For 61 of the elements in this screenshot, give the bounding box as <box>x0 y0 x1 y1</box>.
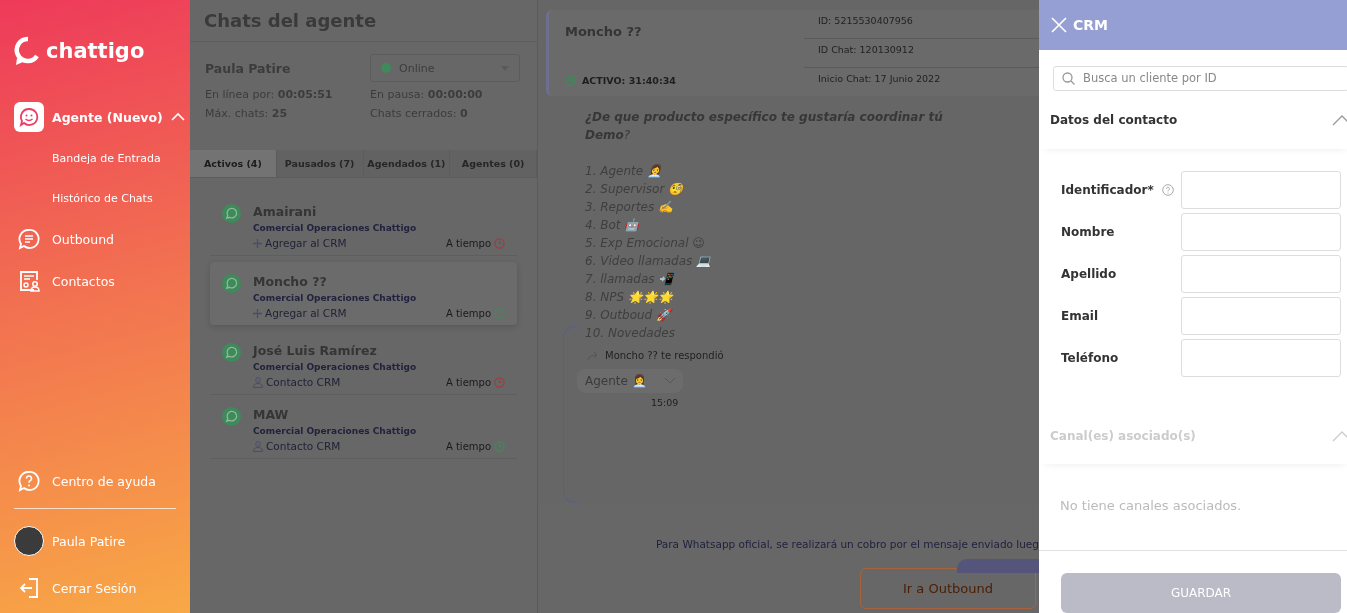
channel-name: Comercial Operaciones Chattigo <box>253 293 418 303</box>
logo-text: chattigo <box>46 39 145 63</box>
timing-text: A tiempo <box>445 237 491 249</box>
input-field[interactable] <box>1181 170 1341 209</box>
submenu-item[interactable]: Histórico de Chats <box>52 191 153 205</box>
timing-text: A tiempo <box>445 440 491 452</box>
close-icon[interactable] <box>1051 16 1067 33</box>
section-title[interactable]: Datos del contacto <box>1050 113 1178 128</box>
field-label: Apellido <box>1061 266 1117 281</box>
tab[interactable]: Agentes (0) <box>450 150 537 177</box>
crm-link[interactable]: Contacto CRM <box>266 376 341 388</box>
whatsapp-icon <box>222 343 241 362</box>
person-icon <box>253 440 263 452</box>
input-field[interactable] <box>1181 296 1341 335</box>
crm-link[interactable]: Agregar al CRM <box>265 307 347 319</box>
reply-note: Moncho ?? te respondió <box>605 350 724 361</box>
nav-item[interactable]: Cerrar Sesión <box>52 580 137 596</box>
active-timer: ACTIVO: 31:40:34 <box>582 75 676 86</box>
timing-text: A tiempo <box>445 376 491 388</box>
whatsapp-icon <box>222 274 241 293</box>
search-icon <box>1062 71 1075 85</box>
submenu-item[interactable]: Bandeja de Entrada <box>52 151 161 165</box>
notice-text: Para Whatsapp oficial, se realizará un cobro por el mensaje enviado lueg <box>656 538 1039 550</box>
smiley-chat-icon <box>14 102 44 132</box>
person-icon <box>253 376 263 388</box>
user-name[interactable]: Paula Patire <box>52 533 126 549</box>
nav-item[interactable]: Agente (Nuevo) <box>52 109 163 125</box>
chevron-icon[interactable] <box>1332 114 1347 127</box>
crm-link[interactable]: Agregar al CRM <box>265 237 347 249</box>
search-field[interactable]: Busca un cliente por ID <box>1053 65 1347 92</box>
panel-title: CRM <box>1073 16 1108 33</box>
input-field[interactable] <box>1181 212 1341 251</box>
avatar[interactable] <box>14 526 44 556</box>
message-time: 15:09 <box>651 397 680 408</box>
timing-text: A tiempo <box>445 307 491 319</box>
field-label: Nombre <box>1061 224 1115 239</box>
field-label: Email <box>1061 308 1099 323</box>
plus-icon <box>253 238 262 248</box>
empty-message: No tiene canales asociados. <box>1039 464 1347 552</box>
nav-item[interactable]: Outbound <box>52 231 115 247</box>
help-icon <box>1161 183 1174 196</box>
input-field[interactable] <box>1181 338 1341 377</box>
clock-icon <box>565 75 576 86</box>
field-label: Identificador* <box>1061 182 1154 197</box>
outbound-button[interactable]: Ir a Outbound <box>860 568 1036 609</box>
crm-link[interactable]: Contacto CRM <box>266 440 341 452</box>
channel-name: Comercial Operaciones Chattigo <box>253 362 418 372</box>
field-label: Teléfono <box>1061 350 1119 365</box>
input-field[interactable] <box>1181 254 1341 293</box>
chat-info: Inicio Chat: 17 Junio 2022 <box>817 72 942 86</box>
nav-item[interactable]: Contactos <box>52 273 115 289</box>
whatsapp-icon <box>222 407 241 426</box>
tab[interactable]: Agendados (1) <box>363 150 451 177</box>
tab[interactable]: Pausados (7) <box>276 150 364 177</box>
channel-name: Comercial Operaciones Chattigo <box>253 223 418 233</box>
tab[interactable]: Activos (4) <box>190 150 277 177</box>
channel-name: Comercial Operaciones Chattigo <box>253 426 418 436</box>
whatsapp-icon <box>222 204 241 223</box>
logo-icon <box>14 36 42 66</box>
nav-item[interactable]: Centro de ayuda <box>52 473 156 489</box>
plus-icon <box>253 308 262 318</box>
